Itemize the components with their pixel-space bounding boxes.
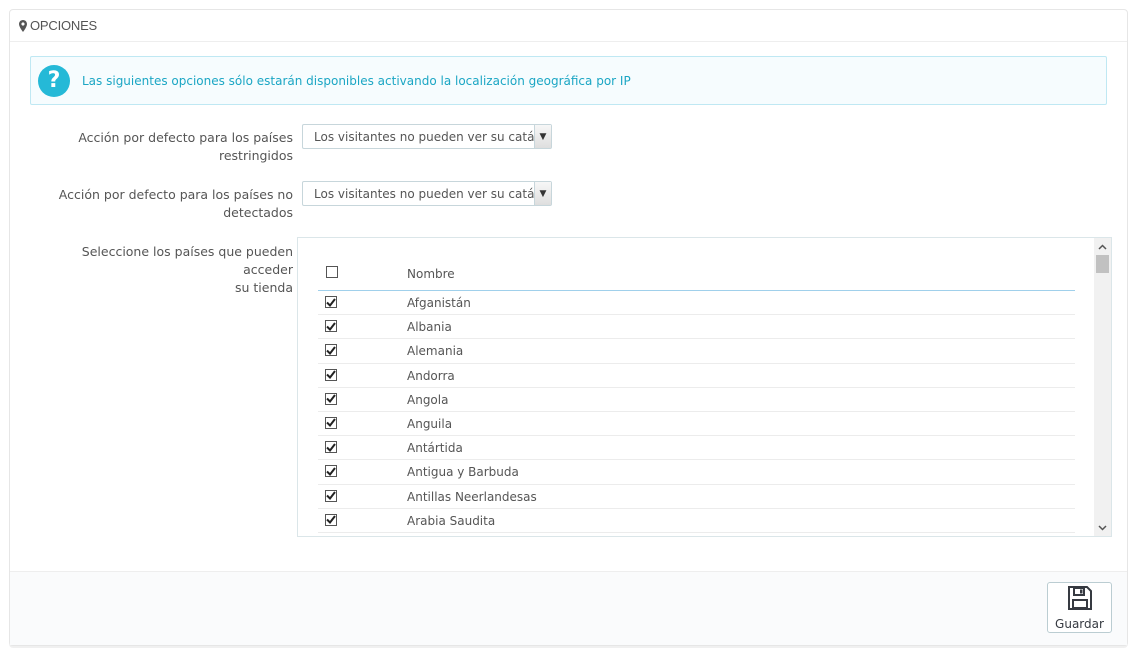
countries-table: Nombre Afganistán Albania Alemania Andorra A… — [318, 238, 1075, 533]
table-row: Alemania — [318, 339, 1075, 364]
save-label: Guardar — [1055, 616, 1104, 631]
chevron-down-icon[interactable]: ▼ — [534, 125, 551, 148]
country-name: Alemania — [407, 344, 464, 359]
country-checkbox[interactable] — [325, 320, 337, 333]
undetected-action-label: Acción por defecto para los países no de… — [30, 186, 293, 222]
table-header: Nombre — [318, 238, 1075, 291]
country-checkbox[interactable] — [325, 416, 337, 429]
map-marker-icon — [19, 19, 27, 32]
countries-label: Seleccione los países que pueden acceder… — [30, 243, 293, 297]
table-row: Antigua y Barbuda — [318, 460, 1075, 485]
country-checkbox[interactable] — [325, 513, 337, 526]
country-checkbox[interactable] — [325, 441, 337, 454]
table-row: Anguila — [318, 412, 1075, 437]
country-name: Antillas Neerlandesas — [407, 489, 537, 504]
country-checkbox[interactable] — [325, 465, 337, 478]
table-row: Arabia Saudita — [318, 509, 1075, 533]
restricted-action-label: Acción por defecto para los países restr… — [30, 129, 293, 165]
restricted-action-select[interactable]: Los visitantes no pueden ver su catálo ▼ — [302, 124, 552, 149]
country-name: Antigua y Barbuda — [407, 465, 519, 480]
column-header-name: Nombre — [407, 267, 455, 281]
restricted-label-line1: Acción por defecto para los países — [78, 130, 293, 145]
alert-text: Las siguientes opciones sólo estarán dis… — [82, 73, 631, 88]
save-button[interactable]: Guardar — [1047, 582, 1112, 633]
country-checkbox[interactable] — [325, 296, 337, 308]
country-name: Anguila — [407, 416, 453, 431]
country-name: Andorra — [407, 368, 455, 383]
undetected-label-line1: Acción por defecto para los países no — [58, 187, 293, 202]
panel-footer: Guardar — [10, 571, 1127, 645]
table-row: Antillas Neerlandesas — [318, 485, 1075, 509]
country-checkbox[interactable] — [325, 392, 337, 405]
undetected-action-value: Los visitantes no pueden ver su catálo — [314, 186, 534, 201]
table-row: Antártida — [318, 436, 1075, 461]
table-row: Afganistán — [318, 291, 1075, 316]
chevron-up-icon[interactable] — [1094, 238, 1111, 255]
countries-label-line2: su tienda — [235, 280, 293, 295]
restricted-label-line2: restringidos — [218, 148, 293, 163]
country-name: Angola — [407, 392, 449, 407]
country-checkbox[interactable] — [325, 344, 337, 357]
country-name: Antártida — [407, 441, 463, 456]
country-checkbox[interactable] — [325, 368, 337, 381]
floppy-disk-icon — [1067, 585, 1093, 614]
restricted-action-value: Los visitantes no pueden ver su catálo — [314, 129, 534, 144]
countries-list[interactable]: Nombre Afganistán Albania Alemania Andorra A… — [297, 237, 1112, 537]
select-all-checkbox[interactable] — [326, 266, 338, 278]
table-row: Angola — [318, 388, 1075, 412]
country-checkbox[interactable] — [325, 489, 337, 502]
countries-rows: Afganistán Albania Alemania Andorra Angola An… — [318, 291, 1075, 533]
country-name: Albania — [407, 320, 452, 335]
panel-heading: OPCIONES — [10, 10, 1127, 42]
countries-label-line1: Seleccione los países que pueden acceder — [81, 244, 293, 277]
undetected-action-select[interactable]: Los visitantes no pueden ver su catálo ▼ — [302, 181, 552, 206]
scrollbar-thumb[interactable] — [1096, 255, 1109, 273]
undetected-label-line2: detectados — [223, 205, 293, 220]
country-name: Arabia Saudita — [407, 513, 496, 528]
panel-title: OPCIONES — [30, 18, 98, 33]
vertical-scrollbar[interactable] — [1094, 238, 1111, 536]
table-row: Andorra — [318, 364, 1075, 388]
info-alert: ? Las siguientes opciones sólo estarán d… — [30, 56, 1107, 105]
chevron-down-icon[interactable] — [1094, 519, 1111, 536]
question-circle-icon: ? — [38, 64, 70, 97]
country-name: Afganistán — [407, 296, 471, 310]
table-row: Albania — [318, 315, 1075, 340]
chevron-down-icon[interactable]: ▼ — [534, 182, 551, 205]
